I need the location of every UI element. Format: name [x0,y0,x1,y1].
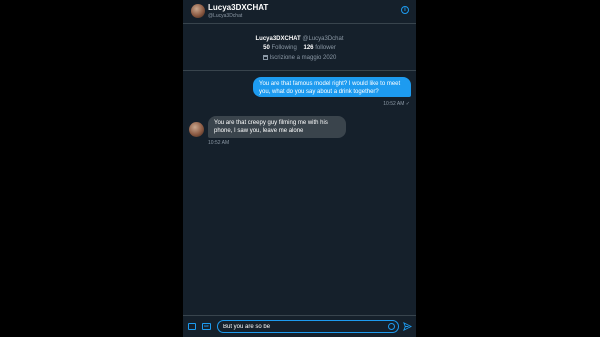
dm-conversation-panel: Lucya3DXCHAT @Lucya3Dchat i Lucya3DXCHAT… [183,0,416,337]
calendar-icon [262,55,268,60]
gif-icon[interactable]: GIF [202,323,211,330]
composer-divider [183,315,416,316]
header-divider [183,23,416,24]
info-icon[interactable]: i [401,6,409,14]
following-count: 50 [263,45,270,51]
header-handle: @Lucya3Dchat [208,13,243,19]
profile-stats: 50 Following 126 follower [183,45,416,51]
image-icon[interactable] [188,323,196,330]
header-name[interactable]: Lucya3DXCHAT [208,3,268,12]
profile-name-row: Lucya3DXCHAT @Lucya3Dchat [183,36,416,42]
message-timestamp: 10:52 AM [208,140,230,146]
profile-handle: @Lucya3Dchat [302,36,344,42]
follower-stat[interactable]: 126 follower [304,45,336,51]
profile-joined: Iscrizione a maggio 2020 [183,55,416,61]
following-label: Following [271,45,297,51]
following-stat[interactable]: 50 Following [263,45,297,51]
joined-text: Iscrizione a maggio 2020 [269,55,337,61]
follower-count: 126 [303,45,314,51]
follower-label: follower [315,45,336,51]
send-icon[interactable] [403,322,412,331]
message-input[interactable] [217,320,399,333]
emoji-icon[interactable] [388,323,395,330]
profile-divider [183,70,416,71]
sender-avatar[interactable] [189,122,204,137]
message-incoming[interactable]: You are that creepy guy filming me with … [208,116,346,138]
header-avatar[interactable] [191,4,205,18]
profile-name[interactable]: Lucya3DXCHAT [255,36,300,42]
message-outgoing[interactable]: You are that famous model right? I would… [253,77,411,97]
message-timestamp: 10:52 AM ✓ [383,101,410,107]
